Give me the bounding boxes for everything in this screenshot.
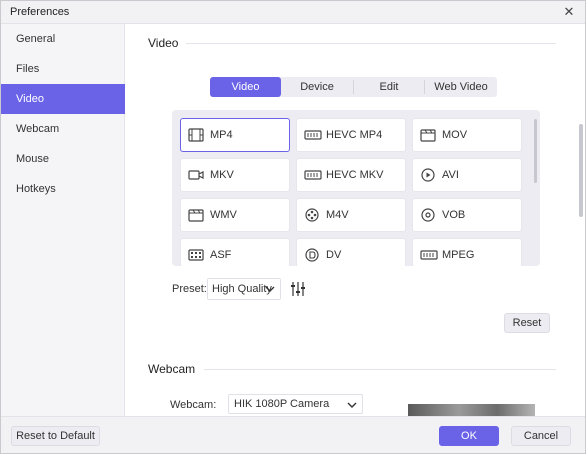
- equalizer-settings-icon[interactable]: [291, 281, 305, 297]
- footer: Reset to Default OK Cancel: [1, 416, 585, 453]
- format-vob[interactable]: VOB: [412, 198, 522, 232]
- format-grid: MP4 HEVC MP4 MOV MKV HEVC MKV AVI WMV M4…: [172, 110, 540, 266]
- format-label: DV: [326, 249, 342, 261]
- format-label: AVI: [442, 169, 459, 181]
- webcam-section-title: Webcam: [148, 362, 196, 376]
- tab-device[interactable]: Device: [281, 77, 353, 97]
- dv-icon: [305, 248, 319, 262]
- ok-button[interactable]: OK: [439, 426, 499, 446]
- cancel-button[interactable]: Cancel: [511, 426, 571, 446]
- format-label: VOB: [442, 209, 466, 221]
- format-m4v[interactable]: M4V: [296, 198, 406, 232]
- chevron-down-icon: [265, 286, 275, 292]
- preset-dropdown[interactable]: High Quality: [207, 278, 281, 300]
- reset-button[interactable]: Reset: [504, 313, 550, 333]
- format-hevc-mp4[interactable]: HEVC MP4: [296, 118, 406, 152]
- webcam-dropdown[interactable]: HIK 1080P Camera: [228, 394, 363, 414]
- format-label: MKV: [210, 169, 234, 181]
- format-label: HEVC MKV: [326, 169, 384, 181]
- hevc-icon: [304, 170, 322, 180]
- tab-edit[interactable]: Edit: [354, 77, 424, 97]
- video-section-title: Video: [148, 36, 179, 50]
- sidebar-item-hotkeys[interactable]: Hotkeys: [1, 174, 125, 204]
- format-dv[interactable]: DV: [296, 238, 406, 266]
- format-label: ASF: [210, 249, 232, 261]
- tab-video[interactable]: Video: [210, 77, 281, 97]
- mpeg-icon: [420, 250, 438, 260]
- format-label: HEVC MP4: [326, 129, 383, 141]
- window-title: Preferences: [10, 6, 70, 18]
- format-hevc-mkv[interactable]: HEVC MKV: [296, 158, 406, 192]
- format-label: WMV: [210, 209, 237, 221]
- format-avi[interactable]: AVI: [412, 158, 522, 192]
- format-label: M4V: [326, 209, 349, 221]
- film-icon: [188, 128, 204, 142]
- format-label: MP4: [210, 129, 233, 141]
- close-icon[interactable]: ✕: [562, 5, 576, 19]
- webcam-label: Webcam:: [170, 399, 217, 411]
- webcam-preview: [408, 404, 535, 416]
- film-strip-icon: [188, 249, 204, 261]
- webcam-value: HIK 1080P Camera: [234, 398, 330, 410]
- settings-content: Video Video Device Edit Web Video MP4 HE…: [126, 24, 573, 416]
- sidebar-item-video[interactable]: Video: [1, 84, 125, 114]
- sidebar-item-files[interactable]: Files: [1, 54, 125, 84]
- format-grid-scrollbar[interactable]: [534, 119, 537, 183]
- reset-to-default-button[interactable]: Reset to Default: [11, 426, 100, 446]
- sidebar-item-mouse[interactable]: Mouse: [1, 144, 125, 174]
- preferences-window: Preferences ✕ General Files Video Webcam…: [0, 0, 586, 454]
- format-mpeg[interactable]: MPEG: [412, 238, 522, 266]
- format-label: MOV: [442, 129, 468, 141]
- format-mov[interactable]: MOV: [412, 118, 522, 152]
- sidebar-item-general[interactable]: General: [1, 24, 125, 54]
- hevc-icon: [304, 130, 322, 140]
- scrollbar-thumb[interactable]: [579, 124, 583, 217]
- chevron-down-icon: [347, 402, 357, 408]
- section-divider: [204, 369, 556, 370]
- format-wmv[interactable]: WMV: [180, 198, 290, 232]
- preset-value: High Quality: [212, 283, 272, 295]
- format-mkv[interactable]: MKV: [180, 158, 290, 192]
- disc-icon: [421, 208, 435, 222]
- video-camera-icon: [188, 170, 204, 180]
- tab-web-video[interactable]: Web Video: [425, 77, 497, 97]
- format-label: MPEG: [442, 249, 475, 261]
- play-circle-icon: [421, 168, 435, 182]
- format-mp4[interactable]: MP4: [180, 118, 290, 152]
- clapper-icon: [188, 209, 204, 222]
- sidebar: General Files Video Webcam Mouse Hotkeys: [1, 24, 125, 416]
- preset-label: Preset:: [172, 283, 207, 295]
- title-bar: Preferences ✕: [1, 1, 585, 24]
- format-asf[interactable]: ASF: [180, 238, 290, 266]
- format-tabs: Video Device Edit Web Video: [210, 77, 497, 97]
- clapper-icon: [420, 129, 436, 142]
- reel-icon: [305, 208, 319, 222]
- sidebar-item-webcam[interactable]: Webcam: [1, 114, 125, 144]
- section-divider: [186, 43, 556, 44]
